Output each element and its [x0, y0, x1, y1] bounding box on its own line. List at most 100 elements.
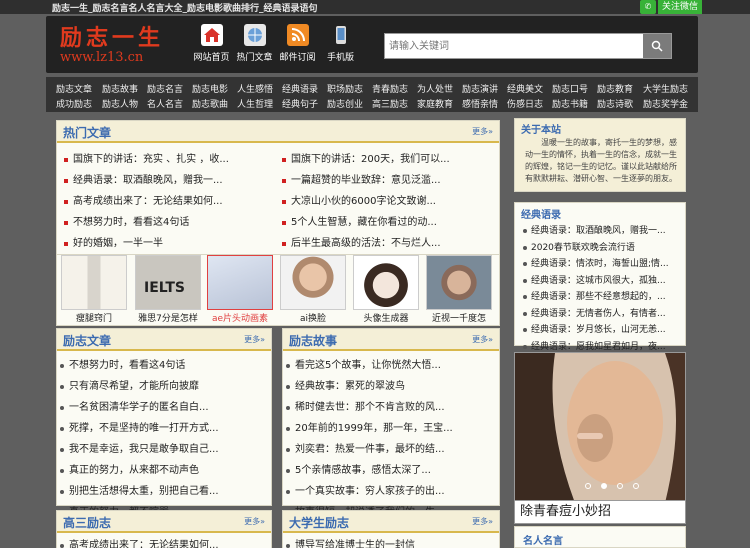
wechat-follow[interactable]: ✆ 关注微信 [640, 0, 703, 14]
more-link[interactable]: 更多» [472, 126, 493, 137]
category-link[interactable]: 职场励志 [327, 82, 363, 95]
category-link[interactable]: 人生感悟 [237, 82, 273, 95]
category-link[interactable]: 励志奖学金 [643, 97, 688, 110]
panel-header: 励志文章 更多» [57, 329, 271, 351]
carousel-dot[interactable] [601, 483, 607, 489]
list-item[interactable]: 高考成绩出来了：无论结果如何... [57, 535, 271, 548]
category-link[interactable]: 励志教育 [597, 82, 633, 95]
panel-header: 热门文章 更多» [57, 121, 499, 143]
list-item[interactable]: 国旗下的讲话：200天，我们可以... [279, 149, 494, 170]
category-link[interactable]: 励志口号 [552, 82, 588, 95]
college-panel: 大学生励志 更多» 博导写给准博士生的一封信 [282, 510, 500, 548]
category-link[interactable]: 伤感日志 [507, 97, 543, 110]
nav-label: 邮件订阅 [279, 53, 316, 63]
category-link[interactable]: 人生哲理 [237, 97, 273, 110]
category-link[interactable]: 家庭教育 [417, 97, 453, 110]
category-link[interactable]: 励志故事 [102, 82, 138, 95]
top-links[interactable]: 励志一生_励志名言名人名言大全_励志电影歌曲排行_经典语录语句 [52, 1, 318, 14]
thumb-item[interactable]: ai换脸 [279, 255, 347, 325]
list-item[interactable]: 不想努力时，看看这4句话 [57, 355, 271, 376]
category-link[interactable]: 成功励志 [56, 97, 92, 110]
list-item[interactable]: 我不是幸运，我只是敢争取自己... [57, 439, 271, 460]
list-item[interactable]: 只有滴尽希望，才能所向披靡 [57, 376, 271, 397]
list-item[interactable]: 经典语录：那些不经意想起的，... [515, 289, 685, 306]
category-link[interactable]: 感悟亲情 [462, 97, 498, 110]
list-item[interactable]: 稀时健去世：那个不肯言败的风... [283, 397, 499, 418]
carousel-dots [585, 483, 649, 489]
list-item[interactable]: 一名贫困清华学子的匿名自白... [57, 397, 271, 418]
list-item[interactable]: 后半生最高级的活法：不与烂人... [279, 233, 494, 254]
list-item[interactable]: 不想努力时，看看这4句话 [61, 212, 276, 233]
carousel-dot[interactable] [585, 483, 591, 489]
category-link[interactable]: 经典美文 [507, 82, 543, 95]
site-logo[interactable]: 励志一生 www.lz13.cn [60, 20, 185, 70]
carousel-dot[interactable] [617, 483, 623, 489]
list-item[interactable]: 经典语录：情浓时，海誓山盟;情... [515, 256, 685, 273]
nav-home[interactable]: 网站首页 [190, 22, 233, 63]
list-item[interactable]: 真正的努力，从来都不动声色 [57, 460, 271, 481]
quotes-title: 经典语录 [521, 210, 561, 221]
list-item[interactable]: 好的婚姻，一半一半 [61, 233, 276, 254]
category-link[interactable]: 高三励志 [372, 97, 408, 110]
list-item[interactable]: 一个真实故事：穷人家孩子的出... [283, 481, 499, 502]
list-item[interactable]: 大凉山小伙的6000字论文致谢... [279, 191, 494, 212]
list-item[interactable]: 刘奕君：热爱一件事，最坏的结... [283, 439, 499, 460]
list-item[interactable]: 经典语录：无情者伤人，有情者... [515, 306, 685, 323]
list-item[interactable]: 经典语录：岁月悠长，山河无恙... [515, 322, 685, 339]
ad-caption[interactable]: 除青春痘小妙招 [514, 500, 686, 524]
category-link[interactable]: 励志电影 [192, 82, 228, 95]
wechat-label[interactable]: 关注微信 [658, 0, 703, 14]
more-link[interactable]: 更多» [472, 516, 493, 527]
hot-articles-panel: 热门文章 更多» 国旗下的讲话：充实 、扎实 ，收... 经典语录：取酒酿晚风，… [56, 120, 500, 262]
category-link[interactable]: 经典语录 [282, 82, 318, 95]
more-link[interactable]: 更多» [472, 334, 493, 345]
search-button[interactable] [643, 34, 671, 58]
category-link[interactable]: 励志演讲 [462, 82, 498, 95]
nav-hot[interactable]: 热门文章 [233, 22, 276, 63]
nav-rss[interactable]: 邮件订阅 [276, 22, 319, 63]
thumb-item[interactable]: 头像生成器 [352, 255, 420, 325]
category-link[interactable]: 励志文章 [56, 82, 92, 95]
category-link[interactable]: 青春励志 [372, 82, 408, 95]
nav-mobile[interactable]: 手机版 [319, 22, 362, 63]
category-link[interactable]: 励志人物 [102, 97, 138, 110]
list-item[interactable]: 20年前的1999年，那一年，王宝... [283, 418, 499, 439]
more-link[interactable]: 更多» [244, 334, 265, 345]
thumb-item[interactable]: 近视一千度怎 [425, 255, 493, 325]
list-item[interactable]: 死撑，不是坚持的唯一打开方式... [57, 418, 271, 439]
thumb-item[interactable]: IELTS 雅思7分是怎样 [134, 255, 202, 325]
list-item[interactable]: 5个人生智慧，藏在你看过的动... [279, 212, 494, 233]
category-link[interactable]: 励志书籍 [552, 97, 588, 110]
list-item[interactable]: 经典语录：取酒酿晚风，赠我一... [515, 223, 685, 240]
list-item[interactable]: 5个亲情感故事，感悟太深了... [283, 460, 499, 481]
list-item[interactable]: 国旗下的讲话：充实 、扎实 ，收... [61, 149, 276, 170]
thumb-item[interactable]: 瘦腿窍门 [60, 255, 128, 325]
list-item[interactable]: 经典语录：这城市风很大，孤独... [515, 273, 685, 290]
list-item[interactable]: 2020春节联欢晚会流行语 [515, 240, 685, 257]
list-item[interactable]: 经典故事：累死的翠波鸟 [283, 376, 499, 397]
panel-title: 大学生励志 [289, 516, 350, 530]
more-link[interactable]: 更多» [244, 516, 265, 527]
list-item[interactable]: 高考成绩出来了：无论结果如何... [61, 191, 276, 212]
carousel-dot[interactable] [633, 483, 639, 489]
category-link[interactable]: 励志诗歌 [597, 97, 633, 110]
articles-panel: 励志文章 更多» 不想努力时，看看这4句话 只有滴尽希望，才能所向披靡 一名贫困… [56, 328, 272, 518]
category-link[interactable]: 名人名言 [147, 97, 183, 110]
list-item[interactable]: 一篇超赞的毕业致辞：意见泛滥... [279, 170, 494, 191]
thumb-item[interactable]: ae片头动画素 [206, 255, 274, 325]
category-link[interactable]: 为人处世 [417, 82, 453, 95]
list-item[interactable]: 看完这5个故事，让你恍然大悟... [283, 355, 499, 376]
search-input[interactable] [385, 34, 643, 58]
category-link[interactable]: 大学生励志 [643, 82, 688, 95]
category-link[interactable]: 经典句子 [282, 97, 318, 110]
list-item[interactable]: 博导写给准博士生的一封信 [283, 535, 499, 548]
ad-banner[interactable] [514, 352, 686, 502]
quotes-panel: 经典语录 经典语录：取酒酿晚风，赠我一... 2020春节联欢晚会流行语 经典语… [514, 202, 686, 352]
category-link[interactable]: 励志名言 [147, 82, 183, 95]
category-link[interactable]: 励志歌曲 [192, 97, 228, 110]
list-item[interactable]: 经典语录：取酒酿晚风，赠我一... [61, 170, 276, 191]
list-item[interactable]: 别把生活想得太重，别把自己看... [57, 481, 271, 502]
thumb-caption: ae片头动画素 [211, 314, 269, 324]
logo-url: www.lz13.cn [60, 50, 144, 65]
category-link[interactable]: 励志创业 [327, 97, 363, 110]
